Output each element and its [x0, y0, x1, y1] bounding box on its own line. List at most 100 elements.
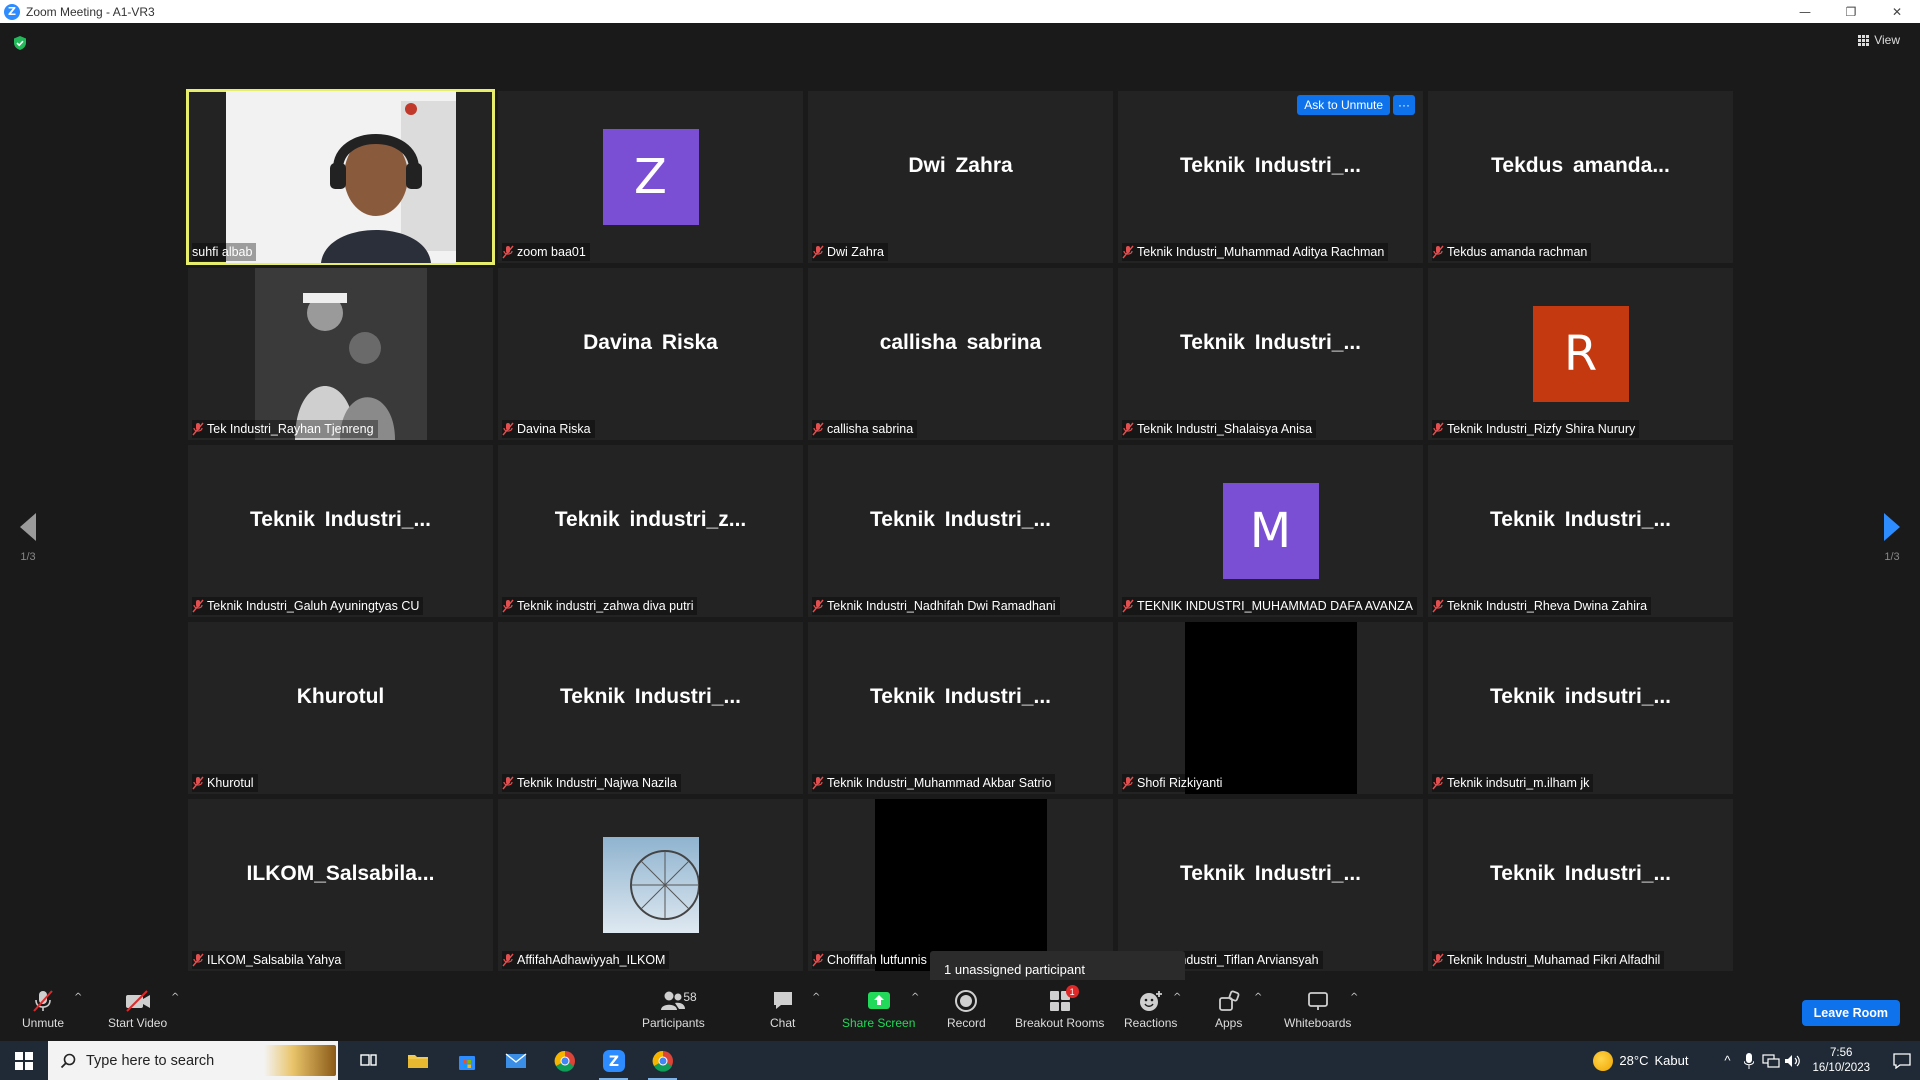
taskbar-clock[interactable]: 7:56 16/10/2023: [1812, 1046, 1870, 1076]
mail-button[interactable]: [491, 1041, 540, 1080]
participant-name-label: Tek Industri_Rayhan Tjenreng: [192, 420, 378, 438]
video-options-caret[interactable]: ^: [171, 992, 179, 1003]
record-button[interactable]: Record: [947, 988, 986, 1030]
next-page-button[interactable]: 1/3: [1872, 513, 1912, 563]
participant-tile[interactable]: Teknik Industri_... Teknik Industri_Galuh…: [188, 445, 493, 617]
start-video-button[interactable]: Start Video: [108, 988, 167, 1030]
reactions-options-caret[interactable]: ^: [1173, 992, 1181, 1003]
participant-display-name: Teknik Industri_...: [560, 685, 741, 708]
minimize-button[interactable]: —: [1782, 0, 1828, 23]
window-titlebar: Z Zoom Meeting - A1-VR3 — ❐ ✕: [0, 0, 1920, 23]
search-icon: [60, 1053, 76, 1068]
participant-tile[interactable]: M TEKNIK INDUSTRI_MUHAMMAD DAFA AVANZA: [1118, 445, 1423, 617]
participant-tile[interactable]: callisha sabrina callisha sabrina: [808, 268, 1113, 440]
participant-name: callisha sabrina: [827, 422, 914, 436]
participant-name-label: ILKOM_Salsabila Yahya: [192, 951, 346, 969]
participant-tile[interactable]: Teknik Industri_... Teknik Industri_Tifla…: [1118, 799, 1423, 971]
network-icon[interactable]: [1760, 1053, 1782, 1068]
more-options-button[interactable]: ···: [1393, 95, 1415, 115]
apps-options-caret[interactable]: ^: [1254, 992, 1262, 1003]
participant-name: Teknik industri_zahwa diva putri: [517, 599, 694, 613]
participant-name-label: Teknik Industri_Galuh Ayuningtyas CU: [192, 597, 424, 615]
taskbar-search-box[interactable]: Type here to search: [48, 1041, 338, 1080]
share-screen-button[interactable]: Share Screen: [842, 988, 915, 1030]
participant-name-label: Teknik Industri_Rizfy Shira Nurury: [1432, 420, 1640, 438]
participant-tile[interactable]: AffifahAdhawiyyah_ILKOM: [498, 799, 803, 971]
participant-tile[interactable]: Davina Riska Davina Riska: [498, 268, 803, 440]
microphone-tray-icon[interactable]: [1738, 1052, 1760, 1069]
muted-mic-icon: [192, 422, 204, 436]
participant-tile[interactable]: suhfi albab: [186, 89, 495, 265]
chrome-button[interactable]: [540, 1041, 589, 1080]
file-explorer-button[interactable]: [393, 1041, 442, 1080]
chrome-profile-button[interactable]: [638, 1041, 687, 1080]
participant-tile[interactable]: Chofiffah lutfunnis: [808, 799, 1113, 971]
participant-tile[interactable]: Teknik Industri_... Teknik Industri_Shala…: [1118, 268, 1423, 440]
record-icon: [955, 990, 978, 1012]
close-button[interactable]: ✕: [1874, 0, 1920, 23]
participant-tile[interactable]: Teknik Industri_... Teknik Industri_Rheva…: [1428, 445, 1733, 617]
share-options-caret[interactable]: ^: [911, 992, 919, 1003]
weather-sun-icon: [1593, 1050, 1614, 1071]
participant-tile[interactable]: Dwi Zahra Dwi Zahra: [808, 91, 1113, 263]
participant-tile[interactable]: Tek Industri_Rayhan Tjenreng: [188, 268, 493, 440]
whiteboards-options-caret[interactable]: ^: [1350, 992, 1358, 1003]
participant-tile[interactable]: Teknik Industri_... Teknik Industri_Nadhi…: [808, 445, 1113, 617]
participant-tile[interactable]: Teknik Industri_... Teknik Industri_Muham…: [1428, 799, 1733, 971]
participant-tile[interactable]: Teknik indsutri_... Teknik indsutri_m.ilh…: [1428, 622, 1733, 794]
participant-tile[interactable]: Tekdus amanda... Tekdus amanda rachman: [1428, 91, 1733, 263]
participant-tile[interactable]: Khurotul Khurotul: [188, 622, 493, 794]
audio-options-caret[interactable]: ^: [74, 992, 82, 1003]
ask-to-unmute-button[interactable]: Ask to Unmute: [1297, 95, 1390, 115]
participant-name-label: Teknik Industri_Muhamad Fikri Alfadhil: [1432, 951, 1665, 969]
whiteboards-button[interactable]: Whiteboards: [1284, 988, 1351, 1030]
participant-tile[interactable]: Teknik industri_z... Teknik industri_zahw…: [498, 445, 803, 617]
tooltip-text: 1 unassigned participant: [944, 961, 1085, 977]
participant-tile[interactable]: Teknik Industri_... Teknik Industri_Najwa…: [498, 622, 803, 794]
participant-name-label: suhfi albab: [192, 243, 257, 261]
volume-icon[interactable]: [1782, 1054, 1804, 1068]
participant-count: 58: [683, 990, 697, 1004]
security-shield-icon[interactable]: [12, 35, 28, 51]
breakout-rooms-button[interactable]: 1 Breakout Rooms: [1015, 985, 1104, 1030]
unmute-button[interactable]: Unmute: [22, 988, 64, 1030]
microsoft-store-button[interactable]: [442, 1041, 491, 1080]
previous-page-button[interactable]: 1/3: [8, 513, 48, 563]
muted-mic-icon: [192, 953, 204, 967]
participants-button[interactable]: 58 Participants: [642, 988, 705, 1030]
participant-name-label: AffifahAdhawiyyah_ILKOM: [502, 951, 670, 969]
participant-tile[interactable]: R Teknik Industri_Rizfy Shira Nurury: [1428, 268, 1733, 440]
clock-time: 7:56: [1830, 1046, 1853, 1059]
show-hidden-icons-chevron[interactable]: ^: [1716, 1053, 1738, 1068]
task-view-button[interactable]: [344, 1041, 393, 1080]
participant-display-name: Teknik industri_z...: [554, 508, 747, 531]
search-placeholder: Type here to search: [86, 1052, 215, 1069]
restore-button[interactable]: ❐: [1828, 0, 1874, 23]
muted-mic-icon: [192, 776, 204, 790]
arrow-right-icon: [1884, 513, 1900, 541]
participant-name: ILKOM_Salsabila Yahya: [207, 953, 342, 967]
participant-tile[interactable]: Teknik Industri_... Ask to Unmute ··· Tekni…: [1118, 91, 1423, 263]
notifications-button[interactable]: [1884, 1052, 1920, 1069]
participant-display-name: Teknik Industri_...: [1490, 862, 1671, 885]
chat-options-caret[interactable]: ^: [812, 992, 820, 1003]
participant-name-label: Chofiffah lutfunnis: [812, 951, 931, 969]
participant-tile[interactable]: Shofi Rizkiyanti: [1118, 622, 1423, 794]
participant-tile[interactable]: ILKOM_Salsabila... ILKOM_Salsabila Yahya: [188, 799, 493, 971]
participant-name: Teknik Industri_Nadhifah Dwi Ramadhani: [827, 599, 1056, 613]
muted-mic-icon: [502, 245, 514, 259]
leave-room-button[interactable]: Leave Room: [1801, 1000, 1900, 1026]
windows-start-button[interactable]: [0, 1041, 48, 1080]
reactions-button[interactable]: Reactions: [1124, 988, 1177, 1030]
participant-name: Teknik Industri_Rheva Dwina Zahira: [1447, 599, 1648, 613]
participant-tile[interactable]: Teknik Industri_... Teknik Industri_Muham…: [808, 622, 1113, 794]
view-button[interactable]: View: [1858, 33, 1900, 47]
zoom-taskbar-button[interactable]: Z: [589, 1041, 638, 1080]
participant-name: Khurotul: [207, 776, 254, 790]
participant-tile[interactable]: Zzoom baa01: [498, 91, 803, 263]
apps-button[interactable]: Apps: [1215, 988, 1242, 1030]
muted-mic-icon: [192, 599, 204, 613]
chat-button[interactable]: Chat: [770, 988, 795, 1030]
participant-name: TEKNIK INDUSTRI_MUHAMMAD DAFA AVANZA: [1137, 599, 1413, 613]
weather-widget[interactable]: 28°C Kabut: [1593, 1050, 1688, 1071]
